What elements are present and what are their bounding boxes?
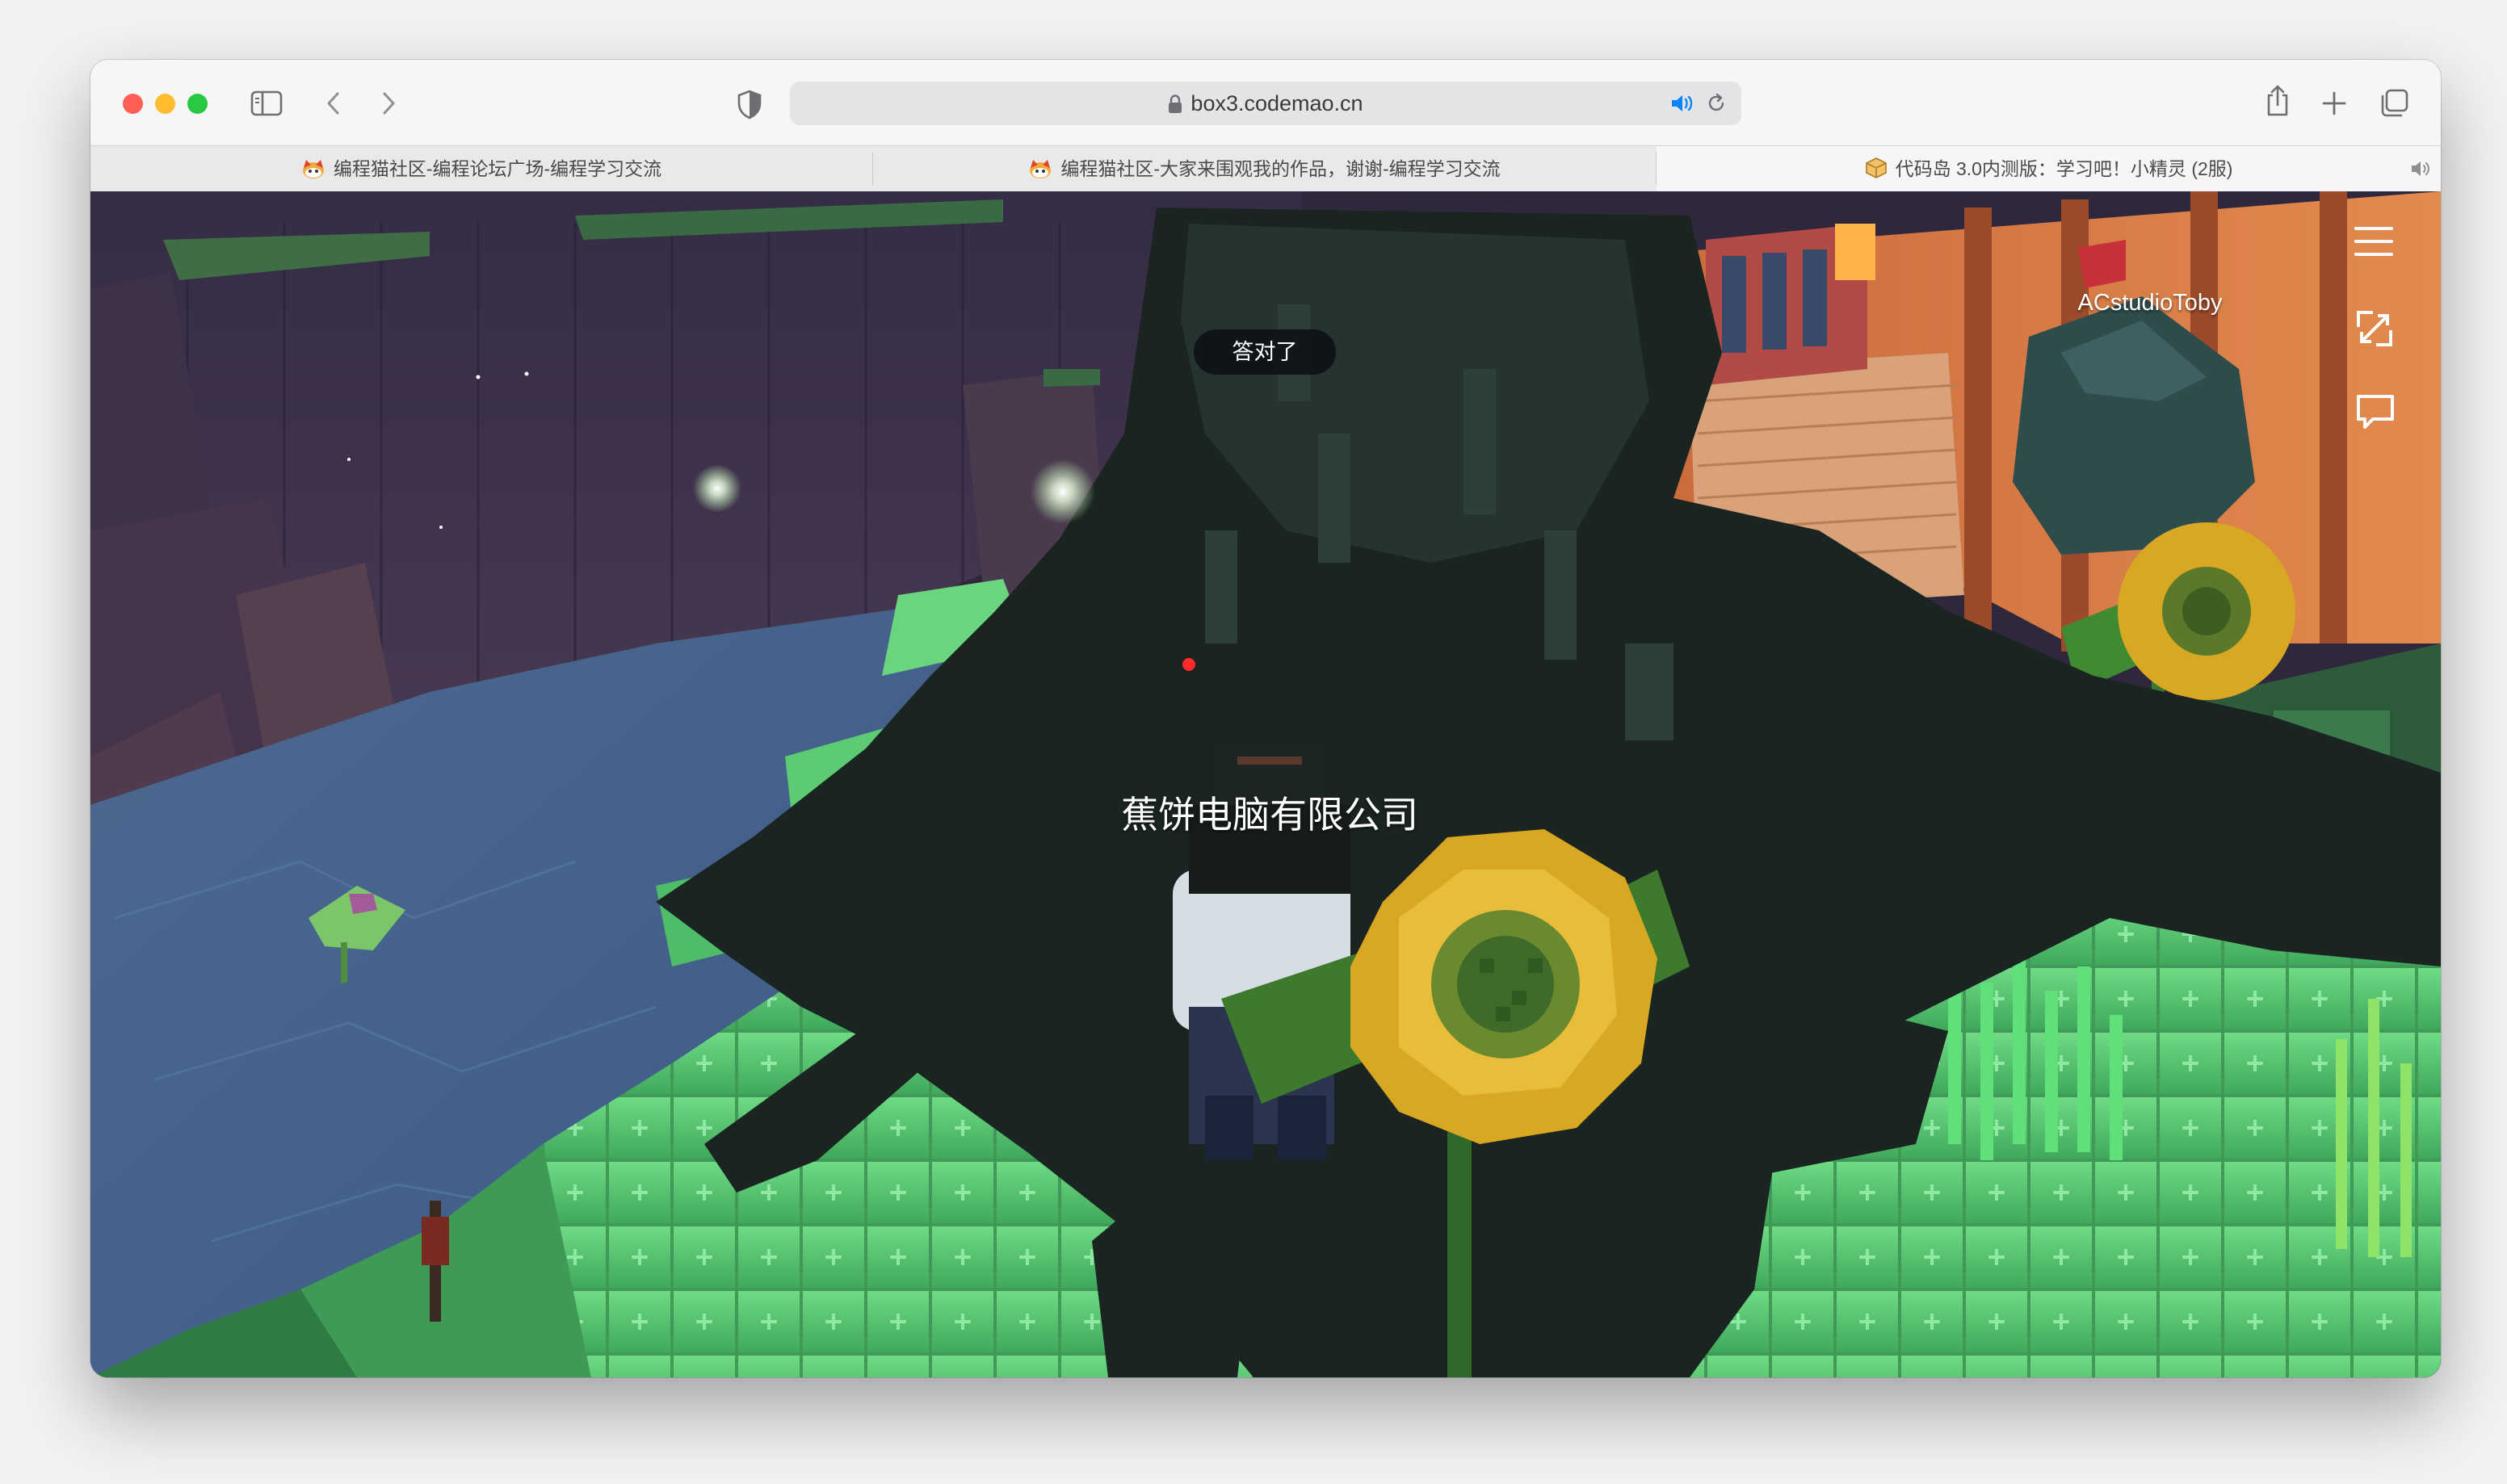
shield-icon[interactable] (737, 89, 762, 119)
chevron-right-icon[interactable] (376, 89, 401, 118)
tab-label: 代码岛 3.0内测版：学习吧！小精灵 (2服) (1895, 158, 2233, 179)
address-bar[interactable]: box3.codemao.cn (790, 82, 1741, 125)
speaker-icon[interactable] (2410, 160, 2431, 178)
tab-label: 编程猫社区-编程论坛广场-编程学习交流 (333, 158, 662, 179)
tab-bar: 编程猫社区-编程论坛广场-编程学习交流 编程猫社区-大家来围观我的作品，谢谢-编… (90, 145, 2441, 192)
codemao-favicon-icon (302, 160, 324, 178)
chevron-left-icon[interactable] (321, 89, 346, 118)
lock-icon (1169, 94, 1182, 113)
tab-label: 编程猫社区-大家来围观我的作品，谢谢-编程学习交流 (1060, 158, 1501, 179)
game-viewport[interactable]: 答对了 蕉饼电脑有限公司 ACstudioToby (90, 191, 2441, 1377)
share-icon[interactable] (2265, 84, 2291, 118)
codemao-favicon-icon (1030, 160, 1052, 178)
close-window-button[interactable] (123, 94, 143, 114)
fullscreen-icon[interactable] (2355, 309, 2394, 348)
company-name-tag: 蕉饼电脑有限公司 (1121, 794, 1418, 836)
tab-community-post[interactable]: 编程猫社区-大家来围观我的作品，谢谢-编程学习交流 (873, 146, 1656, 191)
sidebar-icon[interactable] (250, 90, 283, 116)
tab-community-forum[interactable]: 编程猫社区-编程论坛广场-编程学习交流 (90, 146, 872, 191)
browser-window: box3.codemao.cn 编程猫社区-编程论坛广场-编程学习交流 编程猫社… (90, 60, 2441, 1377)
answer-toast: 答对了 (1194, 329, 1336, 375)
menu-icon[interactable] (2352, 224, 2396, 259)
minimize-window-button[interactable] (155, 94, 175, 114)
tabs-overview-icon[interactable] (2379, 89, 2408, 118)
speaker-icon[interactable] (1670, 93, 1694, 114)
chat-icon[interactable] (2355, 392, 2396, 430)
player-name-tag: ACstudioToby (2077, 290, 2223, 316)
reload-icon[interactable] (1706, 93, 1727, 114)
browser-toolbar: box3.codemao.cn (90, 60, 2441, 145)
box3-cube-icon (1865, 157, 1887, 178)
url-text: box3.codemao.cn (1191, 91, 1363, 115)
maximize-window-button[interactable] (187, 94, 208, 114)
plus-icon[interactable] (2321, 90, 2347, 116)
tab-box3-game[interactable]: 代码岛 3.0内测版：学习吧！小精灵 (2服) (1657, 146, 2441, 191)
